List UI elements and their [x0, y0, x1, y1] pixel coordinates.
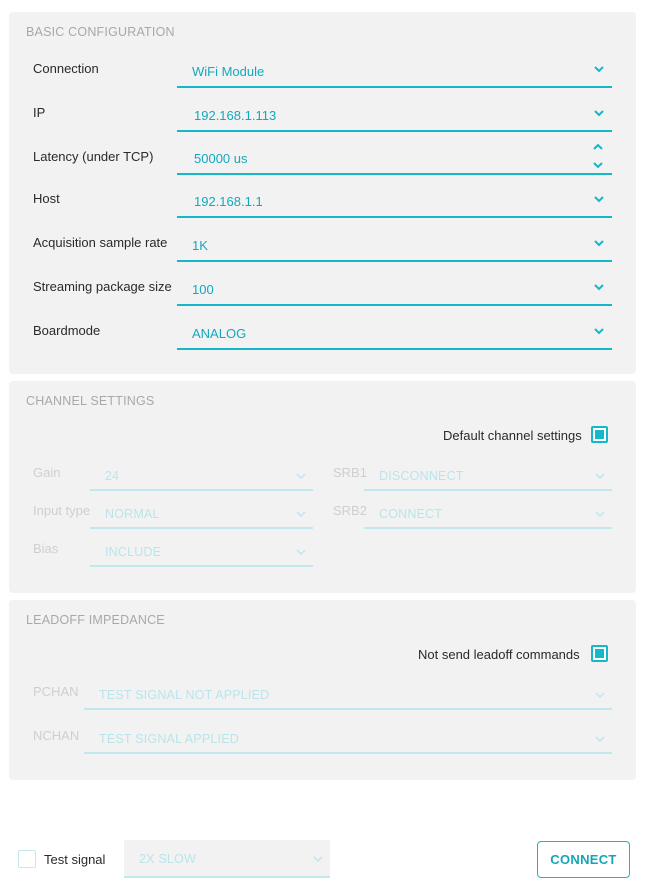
- chevron-down-icon: [594, 469, 606, 481]
- latency-value: 50000 us: [194, 151, 248, 166]
- pchan-label: PCHAN: [33, 684, 79, 699]
- package-size-label: Streaming package size: [33, 279, 172, 294]
- chevron-down-icon: [594, 688, 606, 700]
- sample-rate-value: 1K: [192, 238, 208, 253]
- input-type-value: NORMAL: [105, 507, 160, 521]
- spinner-icon[interactable]: [592, 143, 604, 173]
- basic-configuration-panel: BASIC CONFIGURATION Connection WiFi Modu…: [9, 12, 636, 374]
- bias-label: Bias: [33, 541, 59, 556]
- package-size-value: 100: [192, 282, 214, 297]
- latency-label: Latency (under TCP): [33, 149, 154, 164]
- gain-select[interactable]: 24: [90, 461, 313, 491]
- not-send-leadoff-label: Not send leadoff commands: [418, 647, 580, 662]
- leadoff-impedance-title: LEADOFF IMPEDANCE: [26, 613, 165, 627]
- sample-rate-label: Acquisition sample rate: [33, 235, 168, 250]
- bias-value: INCLUDE: [105, 545, 162, 559]
- latency-spinner-field[interactable]: 50000 us: [177, 143, 612, 175]
- test-signal-label: Test signal: [44, 852, 106, 867]
- input-type-label: Input type: [33, 503, 91, 518]
- srb2-label: SRB2: [333, 503, 367, 518]
- srb1-label: SRB1: [333, 465, 367, 480]
- chevron-down-icon: [592, 324, 606, 338]
- chevron-down-icon: [592, 192, 606, 206]
- leadoff-impedance-panel: LEADOFF IMPEDANCE Not send leadoff comma…: [9, 600, 636, 780]
- chevron-down-icon: [295, 545, 307, 557]
- test-signal-speed-select[interactable]: 2X SLOW: [124, 840, 330, 878]
- host-value: 192.168.1.1: [194, 194, 263, 209]
- connection-value: WiFi Module: [192, 64, 265, 79]
- not-send-leadoff-checkbox[interactable]: [591, 645, 608, 662]
- default-channel-settings-label: Default channel settings: [443, 428, 582, 443]
- channel-settings-title: CHANNEL SETTINGS: [26, 394, 155, 408]
- default-channel-settings-checkbox[interactable]: [591, 426, 608, 443]
- chevron-down-icon: [295, 469, 307, 481]
- nchan-select[interactable]: TEST SIGNAL APPLIED: [84, 724, 612, 754]
- host-label: Host: [33, 191, 60, 206]
- chevron-down-icon: [594, 732, 606, 744]
- connection-select[interactable]: WiFi Module: [177, 56, 612, 88]
- boardmode-label: Boardmode: [33, 323, 101, 338]
- test-signal-speed-value: 2X SLOW: [139, 852, 196, 866]
- chevron-down-icon: [592, 106, 606, 120]
- gain-value: 24: [105, 469, 120, 483]
- pchan-value: TEST SIGNAL NOT APPLIED: [99, 688, 270, 702]
- ip-value: 192.168.1.113: [194, 108, 277, 123]
- chevron-down-icon: [592, 280, 606, 294]
- basic-configuration-title: BASIC CONFIGURATION: [26, 25, 175, 39]
- boardmode-value: ANALOG: [192, 326, 247, 341]
- nchan-label: NCHAN: [33, 728, 80, 743]
- srb2-value: CONNECT: [379, 507, 443, 521]
- connection-label: Connection: [33, 61, 99, 76]
- bias-select[interactable]: INCLUDE: [90, 537, 313, 567]
- srb1-select[interactable]: DISCONNECT: [364, 461, 612, 491]
- sample-rate-select[interactable]: 1K: [177, 230, 612, 262]
- test-signal-checkbox[interactable]: [18, 850, 36, 868]
- host-field[interactable]: 192.168.1.1: [177, 186, 612, 218]
- connect-button[interactable]: CONNECT: [537, 841, 630, 878]
- chevron-down-icon: [594, 507, 606, 519]
- pchan-select[interactable]: TEST SIGNAL NOT APPLIED: [84, 680, 612, 710]
- ip-field[interactable]: 192.168.1.113: [177, 100, 612, 132]
- ip-label: IP: [33, 105, 46, 120]
- srb1-value: DISCONNECT: [379, 469, 464, 483]
- chevron-down-icon: [592, 62, 606, 76]
- srb2-select[interactable]: CONNECT: [364, 499, 612, 529]
- input-type-select[interactable]: NORMAL: [90, 499, 313, 529]
- package-size-select[interactable]: 100: [177, 274, 612, 306]
- channel-settings-panel: CHANNEL SETTINGS Default channel setting…: [9, 381, 636, 593]
- chevron-down-icon: [312, 852, 324, 864]
- chevron-down-icon: [592, 236, 606, 250]
- gain-label: Gain: [33, 465, 61, 480]
- boardmode-select[interactable]: ANALOG: [177, 318, 612, 350]
- chevron-down-icon: [295, 507, 307, 519]
- nchan-value: TEST SIGNAL APPLIED: [99, 732, 239, 746]
